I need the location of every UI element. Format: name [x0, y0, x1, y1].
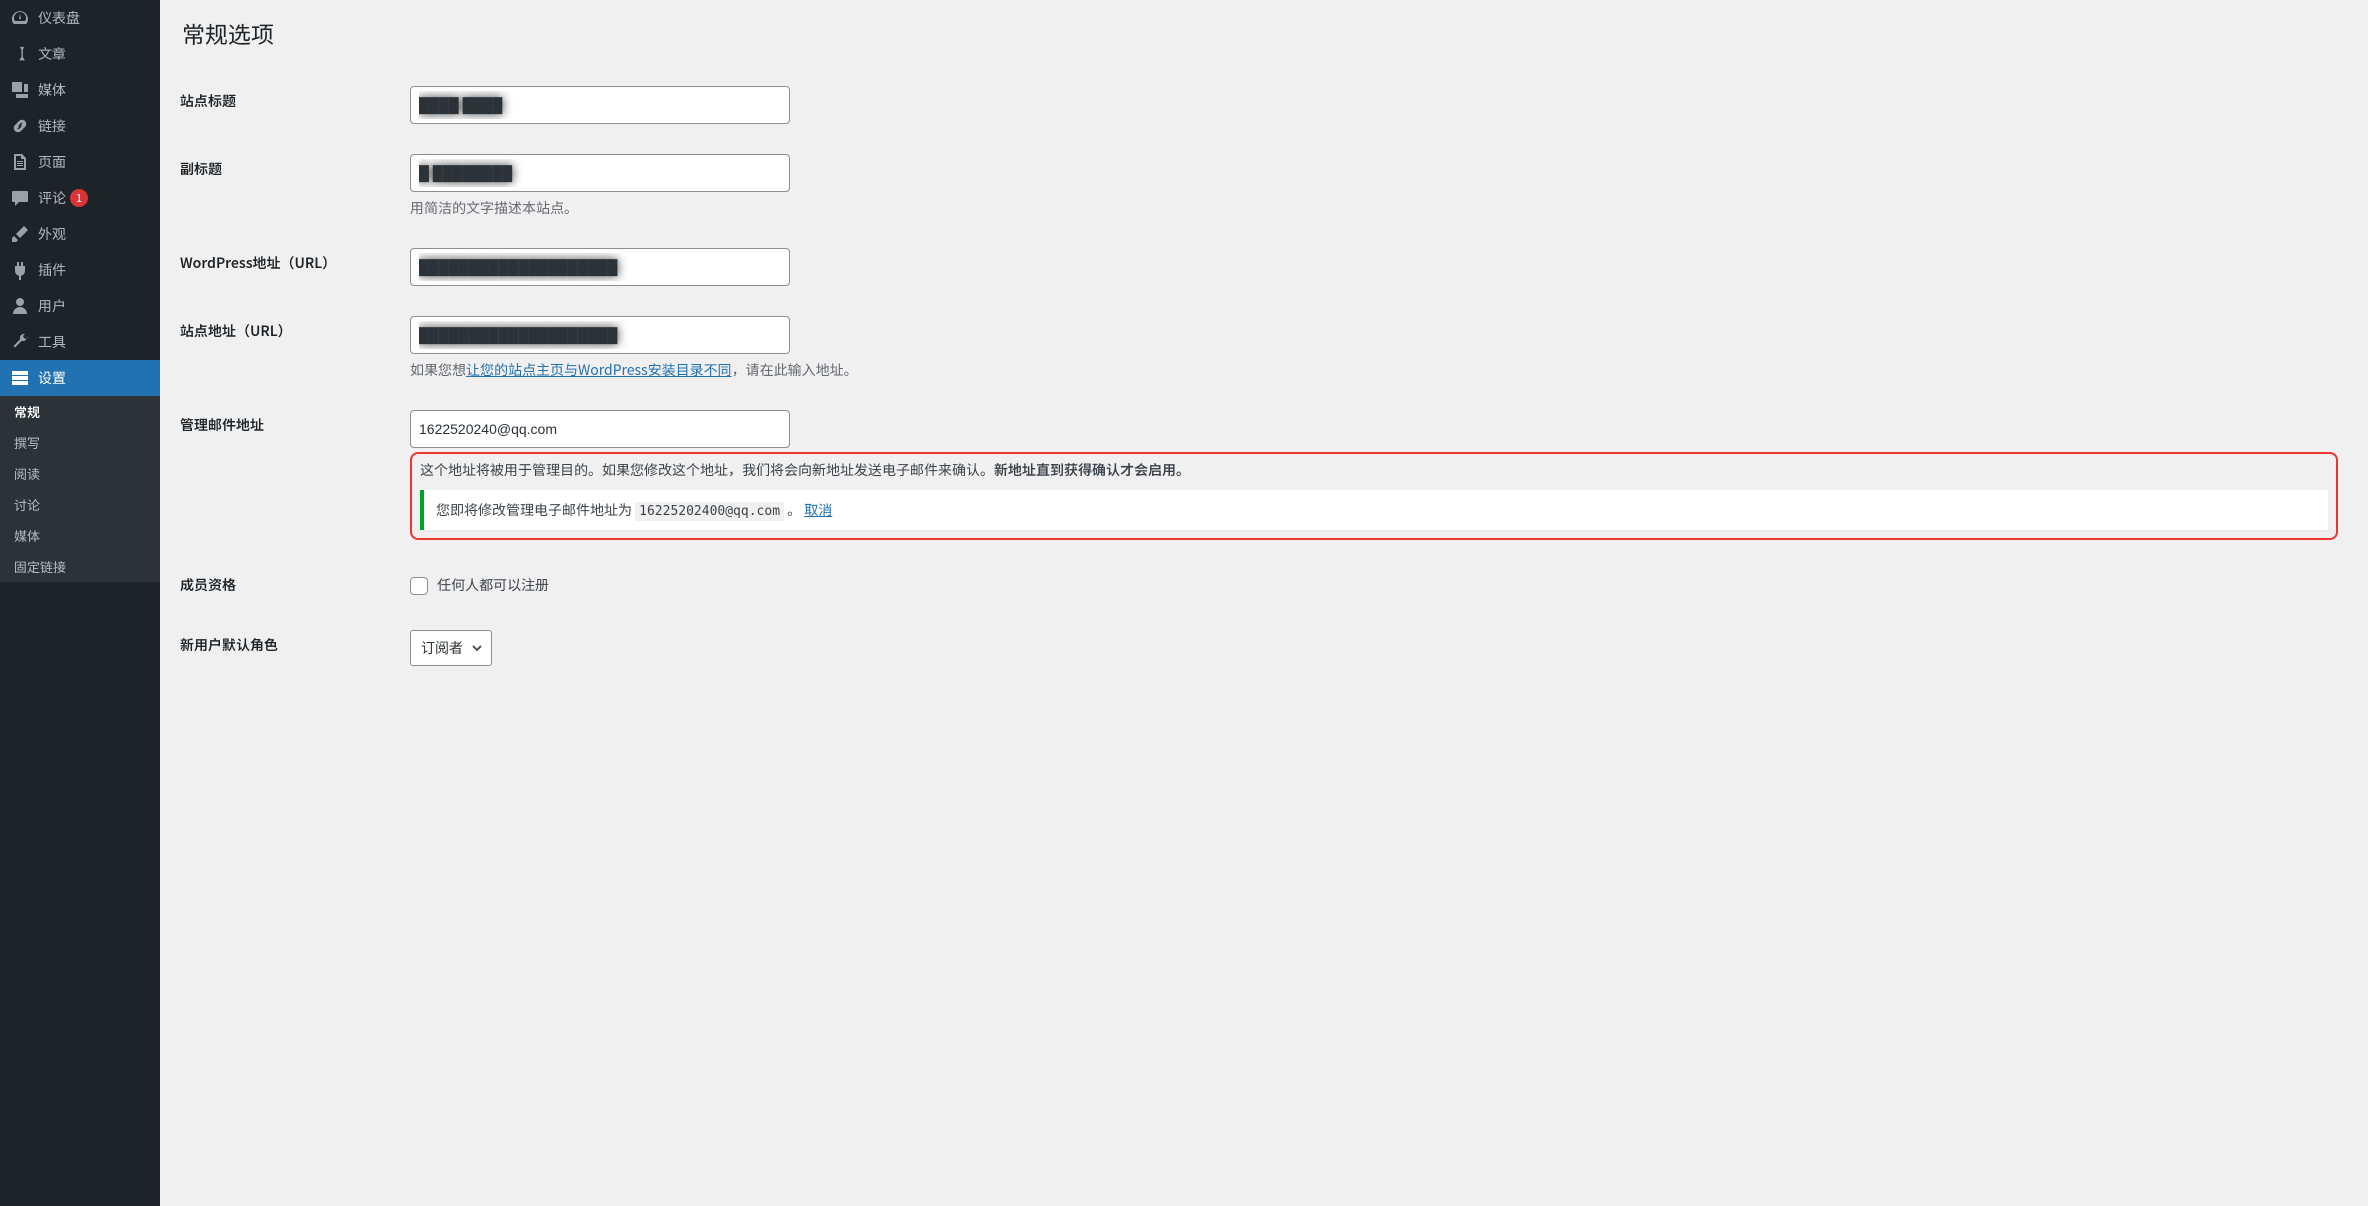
brush-icon: [10, 224, 30, 244]
wp-url-input[interactable]: [410, 248, 790, 286]
submenu-writing[interactable]: 撰写: [0, 427, 160, 458]
sidebar-item-label: 外观: [38, 224, 66, 244]
sidebar-item-plugins[interactable]: 插件: [0, 252, 160, 288]
comment-icon: [10, 188, 30, 208]
admin-email-help: 这个地址将被用于管理目的。如果您修改这个地址，我们将会向新地址发送电子邮件来确认…: [420, 460, 2328, 480]
membership-checkbox-label[interactable]: 任何人都可以注册: [410, 575, 549, 595]
dashboard-icon: [10, 8, 30, 28]
comments-count-badge: 1: [70, 189, 88, 207]
sidebar-item-label: 设置: [38, 368, 66, 388]
sidebar-item-label: 用户: [38, 296, 66, 316]
sidebar-item-label: 页面: [38, 152, 66, 172]
settings-icon: [10, 368, 30, 388]
page-title: 常规选项: [182, 10, 2348, 53]
admin-email-input[interactable]: [410, 410, 790, 448]
site-title-input[interactable]: [410, 86, 790, 124]
sidebar-item-label: 媒体: [38, 80, 66, 100]
default-role-label: 新用户默认角色: [180, 635, 278, 655]
main-content: 常规选项 站点标题 副标题 用简洁的文字描述本站点。 WordPress地址（U…: [160, 0, 2368, 1206]
submenu-reading[interactable]: 阅读: [0, 458, 160, 489]
pending-email-value: 16225202400@qq.com: [635, 502, 784, 521]
media-icon: [10, 80, 30, 100]
sidebar-item-tools[interactable]: 工具: [0, 324, 160, 360]
sidebar-item-label: 链接: [38, 116, 66, 136]
settings-form: 站点标题 副标题 用简洁的文字描述本站点。 WordPress地址（URL） 站…: [180, 71, 2348, 681]
wrench-icon: [10, 332, 30, 352]
sidebar-item-label: 文章: [38, 44, 66, 64]
tagline-label: 副标题: [180, 159, 222, 179]
link-icon: [10, 116, 30, 136]
sidebar-item-settings[interactable]: 设置: [0, 360, 160, 396]
sidebar-item-comments[interactable]: 评论1: [0, 180, 160, 216]
sidebar-item-posts[interactable]: 文章: [0, 36, 160, 72]
sidebar-item-label: 仪表盘: [38, 8, 80, 28]
tagline-description: 用简洁的文字描述本站点。: [410, 198, 2338, 218]
settings-submenu: 常规 撰写 阅读 讨论 媒体 固定链接: [0, 396, 160, 582]
cancel-email-change-link[interactable]: 取消: [804, 500, 832, 520]
sidebar-item-links[interactable]: 链接: [0, 108, 160, 144]
submenu-media[interactable]: 媒体: [0, 520, 160, 551]
site-url-label: 站点地址（URL）: [180, 321, 292, 341]
default-role-select[interactable]: 订阅者: [410, 630, 492, 666]
sidebar-item-label: 评论: [38, 188, 66, 208]
sidebar-item-label: 插件: [38, 260, 66, 280]
admin-email-label: 管理邮件地址: [180, 415, 264, 435]
site-url-description: 如果您想让您的站点主页与WordPress安装目录不同，请在此输入地址。: [410, 360, 2338, 380]
site-url-input[interactable]: [410, 316, 790, 354]
sidebar-item-dashboard[interactable]: 仪表盘: [0, 0, 160, 36]
plugin-icon: [10, 260, 30, 280]
sidebar-item-label: 工具: [38, 332, 66, 352]
submenu-discussion[interactable]: 讨论: [0, 489, 160, 520]
sidebar-item-pages[interactable]: 页面: [0, 144, 160, 180]
wp-url-label: WordPress地址（URL）: [180, 253, 336, 273]
sidebar-item-media[interactable]: 媒体: [0, 72, 160, 108]
submenu-permalinks[interactable]: 固定链接: [0, 551, 160, 582]
sidebar-item-appearance[interactable]: 外观: [0, 216, 160, 252]
site-title-label: 站点标题: [180, 91, 236, 111]
pin-icon: [10, 44, 30, 64]
admin-sidebar: 仪表盘 文章 媒体 链接 页面 评论1 外观 插件 用户 工具 设置 常规 撰写…: [0, 0, 160, 1206]
site-url-help-link[interactable]: 让您的站点主页与WordPress安装目录不同: [466, 360, 732, 380]
user-icon: [10, 296, 30, 316]
admin-email-highlight: 这个地址将被用于管理目的。如果您修改这个地址，我们将会向新地址发送电子邮件来确认…: [410, 452, 2338, 540]
membership-checkbox[interactable]: [410, 577, 428, 595]
sidebar-item-users[interactable]: 用户: [0, 288, 160, 324]
admin-email-pending-notice: 您即将修改管理电子邮件地址为 16225202400@qq.com 。 取消: [420, 490, 2328, 530]
submenu-general[interactable]: 常规: [0, 396, 160, 427]
tagline-input[interactable]: [410, 154, 790, 192]
page-icon: [10, 152, 30, 172]
membership-label: 成员资格: [180, 575, 236, 595]
